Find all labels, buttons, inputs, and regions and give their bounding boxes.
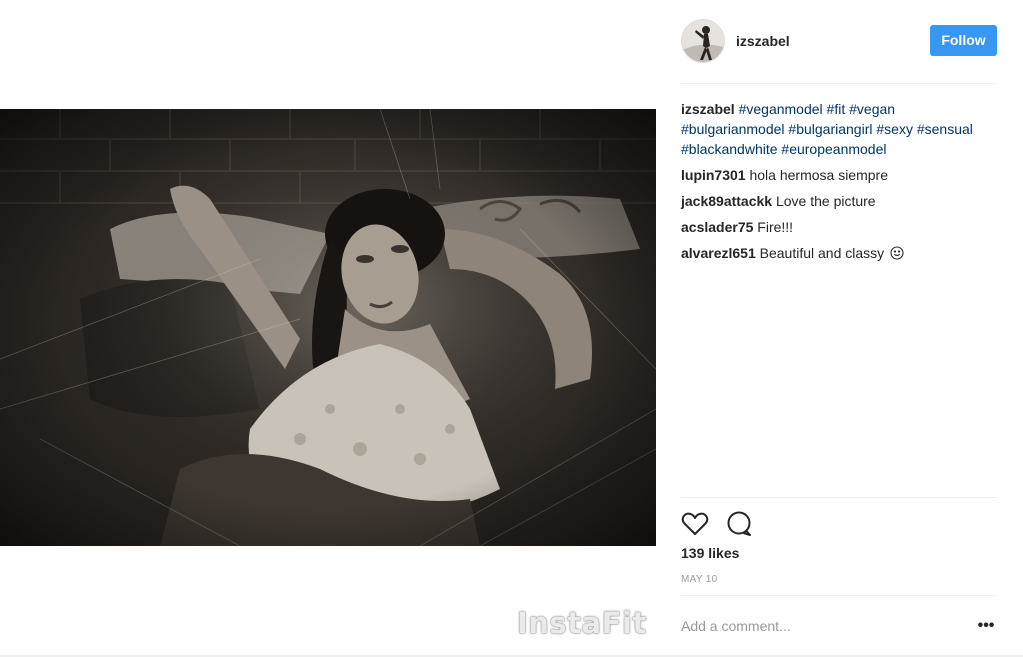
comment-item: jack89attackk Love the picture — [681, 191, 997, 211]
comment-text: Beautiful and classy — [759, 245, 885, 261]
comment-text: hola hermosa siempre — [749, 167, 888, 183]
hashtag[interactable]: #fit — [827, 101, 846, 117]
comment-divider — [681, 595, 997, 596]
comment-username[interactable]: acslader75 — [681, 219, 753, 235]
likes-count[interactable]: 139 likes — [681, 545, 739, 561]
comment-item: acslader75 Fire!!! — [681, 217, 997, 237]
hashtag[interactable]: #europeanmodel — [781, 141, 886, 157]
comment-username[interactable]: alvarezl651 — [681, 245, 756, 261]
avatar[interactable] — [681, 19, 725, 63]
comments-list: izszabel #veganmodel #fit #vegan #bulgar… — [681, 99, 997, 269]
post-date: MAY 10 — [681, 574, 718, 585]
heart-icon[interactable] — [681, 511, 709, 537]
post-photo[interactable] — [0, 109, 656, 546]
post-header: izszabel Follow — [681, 19, 997, 65]
comment-username[interactable]: jack89attackk — [681, 193, 772, 209]
comment-item: lupin7301 hola hermosa siempre — [681, 165, 997, 185]
avatar-image — [682, 20, 724, 62]
comment-text: Fire!!! — [757, 219, 794, 235]
ellipsis-icon[interactable]: ••• — [975, 616, 997, 636]
comment-item: alvarezl651 Beautiful and classy — [681, 243, 997, 263]
speech-bubble-icon[interactable] — [725, 511, 753, 537]
comment-text: Love the picture — [775, 193, 876, 209]
header-divider — [681, 83, 997, 84]
comment-username[interactable]: lupin7301 — [681, 167, 746, 183]
hashtag[interactable]: #bulgariangirl — [788, 121, 872, 137]
hashtag[interactable]: #sexy — [876, 121, 913, 137]
hashtag[interactable]: #vegan — [849, 101, 895, 117]
smiley-face-icon — [890, 246, 904, 260]
hashtag[interactable]: #sensual — [917, 121, 973, 137]
follow-button[interactable]: Follow — [930, 25, 997, 56]
caption-author[interactable]: izszabel — [681, 101, 735, 117]
actions-divider — [681, 497, 997, 498]
hashtag[interactable]: #veganmodel — [739, 101, 823, 117]
hashtag[interactable]: #bulgarianmodel — [681, 121, 785, 137]
watermark-text: InstaFit — [517, 606, 647, 640]
caption: izszabel #veganmodel #fit #vegan #bulgar… — [681, 99, 997, 159]
hashtag[interactable]: #blackandwhite — [681, 141, 778, 157]
post-sidebar: izszabel Follow izszabel #veganmodel #fi… — [681, 0, 997, 657]
post-media-area: InstaFit — [0, 0, 660, 657]
photo-illustration — [0, 109, 656, 546]
add-comment-input[interactable] — [681, 613, 961, 639]
post-author-username[interactable]: izszabel — [736, 33, 790, 49]
